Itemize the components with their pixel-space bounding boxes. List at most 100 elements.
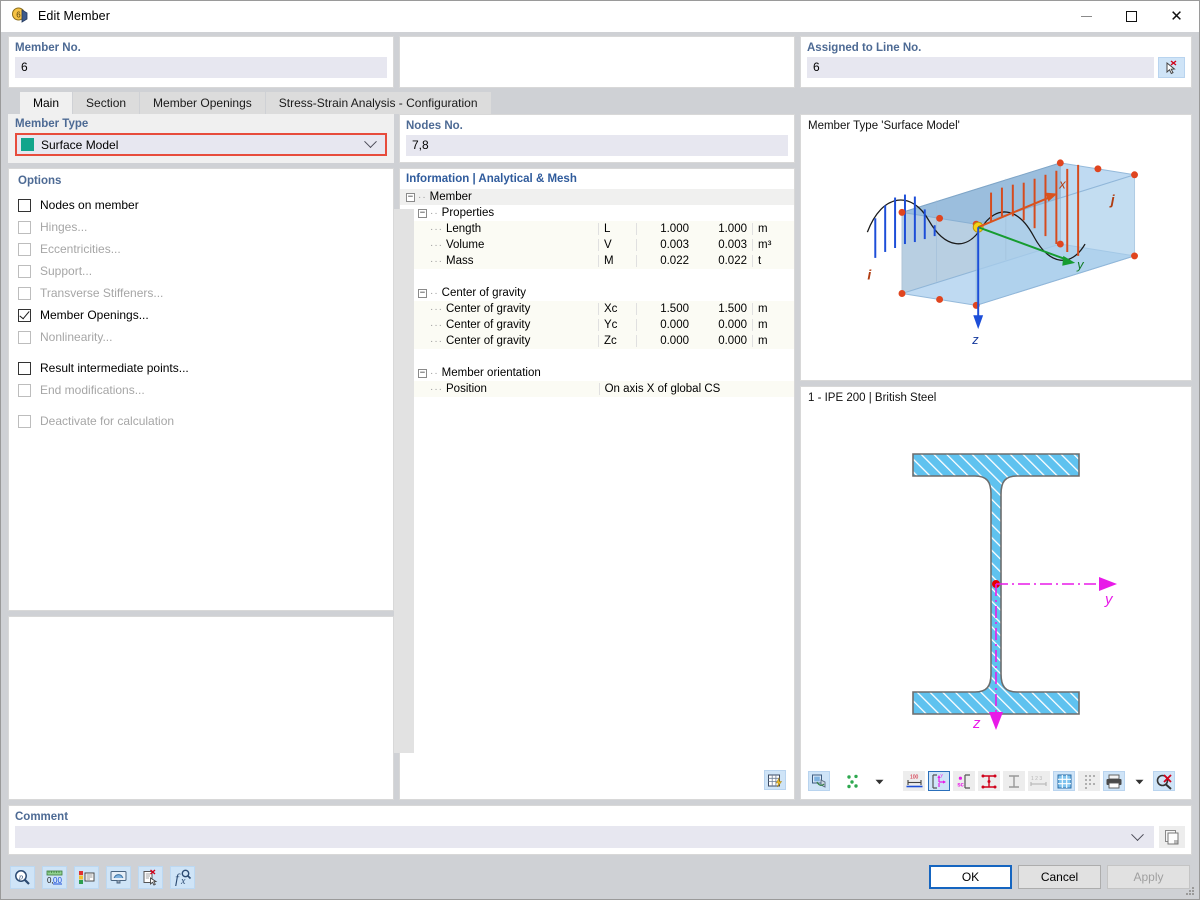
tree-row-member[interactable]: − ·· Member xyxy=(400,189,794,205)
tab-stress-strain-analysis[interactable]: Stress-Strain Analysis - Configuration xyxy=(265,92,492,114)
tree-row-position[interactable]: ··· Position On axis X of global CS xyxy=(400,381,794,397)
assigned-line-field[interactable]: 6 xyxy=(807,57,1155,78)
collapse-icon[interactable]: − xyxy=(418,208,427,218)
nodes-no-panel: Nodes No. 7,8 xyxy=(399,114,795,163)
option-label: Hinges... xyxy=(40,220,88,234)
table-export-icon[interactable] xyxy=(764,770,786,790)
option-result-intermediate-points[interactable]: Result intermediate points... xyxy=(18,357,384,379)
section-canvas[interactable]: y z xyxy=(808,404,1184,767)
shear-center-icon[interactable]: sc xyxy=(953,771,975,791)
checkbox[interactable] xyxy=(18,414,31,428)
row-symbol: L xyxy=(598,223,636,235)
tree-row-mass[interactable]: ··· Mass M 0.022 0.022 t xyxy=(400,253,794,269)
dropdown-arrow-icon[interactable] xyxy=(868,771,890,791)
tree-row-center-of-gravity-group[interactable]: − ·· Center of gravity xyxy=(400,285,794,301)
option-deactivate-for-calculation[interactable]: Deactivate for calculation xyxy=(18,410,384,432)
render-mode-icon[interactable] xyxy=(808,771,830,791)
comment-input[interactable] xyxy=(15,826,1154,848)
checkbox[interactable] xyxy=(18,383,31,397)
option-eccentricities[interactable]: Eccentricities... xyxy=(18,238,384,260)
tree-row-volume[interactable]: ··· Volume V 0.003 0.003 m³ xyxy=(400,237,794,253)
section-outline-icon[interactable] xyxy=(1003,771,1025,791)
tab-member-openings[interactable]: Member Openings xyxy=(140,92,266,114)
row-value-analytical: 0.022 xyxy=(636,255,694,267)
grid-icon[interactable] xyxy=(1053,771,1075,791)
formula-icon[interactable]: f x xyxy=(170,865,195,889)
maximize-button[interactable] xyxy=(1109,1,1154,32)
tree-row-length[interactable]: ··· Length L 1.000 1.000 m xyxy=(400,221,794,237)
option-nonlinearity[interactable]: Nonlinearity... xyxy=(18,326,384,348)
pick-line-icon[interactable] xyxy=(1158,57,1185,78)
apply-button[interactable]: Apply xyxy=(1107,865,1190,889)
print-dropdown-icon[interactable] xyxy=(1128,771,1150,791)
chevron-down-icon[interactable] xyxy=(1131,827,1144,841)
reset-zoom-icon[interactable] xyxy=(1153,771,1175,791)
member-type-combobox[interactable]: Surface Model xyxy=(15,133,387,156)
row-symbol: Zc xyxy=(598,335,636,347)
checkbox[interactable] xyxy=(18,220,31,234)
option-nodes-on-member[interactable]: Nodes on member xyxy=(18,194,384,216)
tree-row-cog-zc[interactable]: ··· Center of gravity Zc 0.000 0.000 m xyxy=(400,333,794,349)
row-value-analytical: 1.500 xyxy=(636,303,694,315)
view-settings-icon[interactable] xyxy=(106,865,131,889)
checkbox[interactable] xyxy=(18,198,31,212)
minimize-button[interactable] xyxy=(1064,1,1109,32)
svg-text:p: p xyxy=(18,872,23,881)
checkbox[interactable] xyxy=(18,264,31,278)
tree-row-cog-yc[interactable]: ··· Center of gravity Yc 0.000 0.000 m xyxy=(400,317,794,333)
information-scroll-gutter[interactable] xyxy=(394,209,414,753)
header-row: Member No. 6 Assigned to Line No. 6 xyxy=(1,32,1199,88)
checkbox[interactable] xyxy=(18,361,31,375)
local-axes-icon[interactable]: y xyxy=(928,771,950,791)
member-no-field[interactable]: 6 xyxy=(15,57,387,78)
member-type-preview-title: Member Type 'Surface Model' xyxy=(808,120,960,132)
print-icon[interactable] xyxy=(1103,771,1125,791)
collapse-icon[interactable]: − xyxy=(418,288,427,298)
nodes-no-field[interactable]: 7,8 xyxy=(406,135,788,156)
svg-text:1 2 3: 1 2 3 xyxy=(1031,776,1042,782)
close-button[interactable]: ✕ xyxy=(1154,1,1199,32)
dimensions-icon[interactable]: 100 xyxy=(903,771,925,791)
option-label: End modifications... xyxy=(40,383,145,397)
numbering-icon[interactable]: 1 2 3 xyxy=(1028,771,1050,791)
option-end-modifications[interactable]: End modifications... xyxy=(18,379,384,401)
checkbox[interactable] xyxy=(18,308,31,322)
collapse-icon[interactable]: − xyxy=(418,368,427,378)
resize-grip[interactable] xyxy=(1184,885,1196,897)
display-properties-icon[interactable] xyxy=(74,865,99,889)
tab-section[interactable]: Section xyxy=(73,92,141,114)
point-display-icon[interactable] xyxy=(843,771,865,791)
tree-row-cog-xc[interactable]: ··· Center of gravity Xc 1.500 1.500 m xyxy=(400,301,794,317)
copy-icon[interactable] xyxy=(1159,826,1185,848)
tabstrip: Main Section Member Openings Stress-Stra… xyxy=(1,92,1199,114)
option-label: Deactivate for calculation xyxy=(40,414,175,428)
stress-points-icon[interactable] xyxy=(978,771,1000,791)
option-hinges[interactable]: Hinges... xyxy=(18,216,384,238)
row-value-mesh: 1.500 xyxy=(718,303,747,315)
tree-row-member-orientation-group[interactable]: − ·· Member orientation xyxy=(400,365,794,381)
section-axis-z-label: z xyxy=(972,715,981,732)
ok-button[interactable]: OK xyxy=(929,865,1012,889)
row-unit: m xyxy=(752,303,794,315)
member-3d-preview[interactable]: x y z i j xyxy=(808,132,1184,362)
main-content: Member Type Surface Model Options Nodes … xyxy=(1,114,1199,800)
collapse-icon[interactable]: − xyxy=(406,192,415,202)
member-no-panel: Member No. 6 xyxy=(8,36,394,88)
checkbox[interactable] xyxy=(18,286,31,300)
units-decimal-icon[interactable]: 0, 00 xyxy=(42,865,67,889)
option-support[interactable]: Support... xyxy=(18,260,384,282)
checkbox[interactable] xyxy=(18,330,31,344)
checkbox[interactable] xyxy=(18,242,31,256)
mesh-points-icon[interactable] xyxy=(1078,771,1100,791)
option-member-openings[interactable]: Member Openings... xyxy=(18,304,384,326)
info-magnifier-icon[interactable]: p xyxy=(10,865,35,889)
footer-tools: p 0, 00 f x xyxy=(10,865,195,889)
reset-icon[interactable] xyxy=(138,865,163,889)
row-value-mesh: 0.022 xyxy=(718,255,747,267)
tree-node-label: Member xyxy=(429,191,472,203)
nodes-no-label: Nodes No. xyxy=(406,120,463,132)
tree-row-properties[interactable]: − ·· Properties xyxy=(400,205,794,221)
cancel-button[interactable]: Cancel xyxy=(1018,865,1101,889)
tab-main[interactable]: Main xyxy=(20,92,74,114)
option-transverse-stiffeners[interactable]: Transverse Stiffeners... xyxy=(18,282,384,304)
